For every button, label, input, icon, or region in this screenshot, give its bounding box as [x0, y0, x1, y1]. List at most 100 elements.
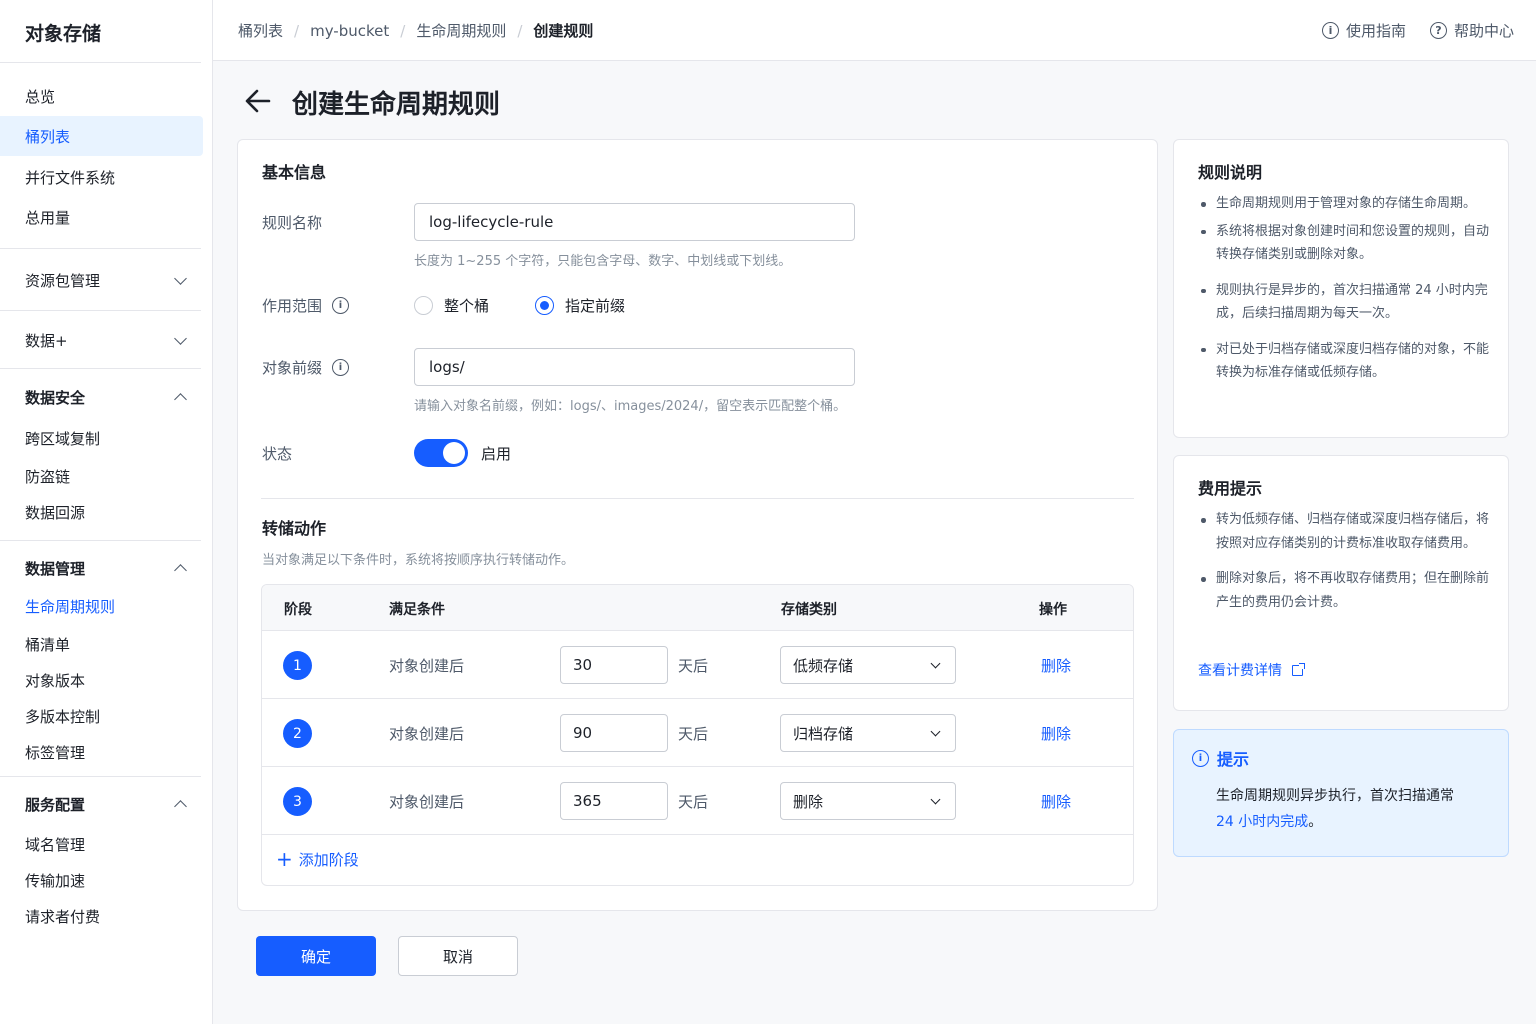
- storage-class-select[interactable]: 归档存储: [780, 714, 956, 752]
- fee-details-link[interactable]: 查看计费详情: [1198, 660, 1305, 680]
- chevron-up-icon: [174, 392, 187, 406]
- storage-class-select[interactable]: 低频存储: [780, 646, 956, 684]
- add-stage-button[interactable]: + 添加阶段: [276, 849, 359, 870]
- sidebar-item-tag-management[interactable]: 标签管理: [0, 732, 203, 772]
- back-arrow-icon[interactable]: [244, 88, 272, 114]
- days-unit: 天后: [678, 657, 709, 675]
- info-icon: i: [1192, 749, 1209, 767]
- divider: [0, 248, 201, 249]
- breadcrumb-current: 创建规则: [533, 22, 594, 40]
- scope-radio-prefix[interactable]: 指定前缀: [535, 295, 625, 316]
- sidebar-group-data-management[interactable]: 数据管理: [0, 548, 203, 588]
- list-item: 对已处于归档存储或深度归档存储的对象，不能转换为标准存储或低频存储。: [1198, 338, 1494, 385]
- days-input[interactable]: 90: [560, 714, 668, 752]
- breadcrumb-lifecycle[interactable]: 生命周期规则: [416, 20, 506, 41]
- tip-card: i 提示 生命周期规则异步执行，首次扫描通常 24 小时内完成。: [1173, 729, 1509, 857]
- rules-list: 生命周期规则用于管理对象的存储生命周期。 系统将根据对象创建时间和您设置的规则，…: [1198, 192, 1494, 385]
- breadcrumb-separator: /: [400, 21, 406, 40]
- divider: [0, 540, 201, 541]
- sidebar: 对象存储 总览 桶列表 并行文件系统 总用量 资源包管理 数据+ 数据安全 跨区…: [0, 0, 213, 1024]
- delete-stage-link[interactable]: 删除: [1041, 791, 1071, 812]
- column-header-condition: 满足条件: [389, 602, 445, 618]
- top-links: i 使用指南 ? 帮助中心: [1321, 20, 1514, 41]
- select-value: 低频存储: [793, 656, 854, 675]
- chevron-down-icon: [174, 331, 187, 345]
- sidebar-item-object-versions[interactable]: 对象版本: [0, 660, 203, 700]
- prefix-hint: 请输入对象名前缀，例如：logs/、images/2024/，留空表示匹配整个桶…: [414, 399, 847, 414]
- sidebar-item-bucket-inventory[interactable]: 桶清单: [0, 624, 203, 664]
- add-stage-label: 添加阶段: [298, 851, 359, 869]
- transition-title: 转储动作: [262, 519, 327, 538]
- sidebar-item-usage[interactable]: 总用量: [0, 197, 203, 237]
- storage-class-select[interactable]: 删除: [780, 782, 956, 820]
- scope-radio-whole-bucket[interactable]: 整个桶: [414, 295, 489, 316]
- rules-card-title: 规则说明: [1198, 163, 1263, 182]
- breadcrumb-separator: /: [517, 21, 523, 40]
- list-item: 规则执行是异步的，首次扫描通常 24 小时内完成，后续扫描周期为每天一次。: [1198, 279, 1494, 326]
- chevron-down-icon: [930, 794, 941, 804]
- condition-text: 对象创建后: [389, 725, 465, 743]
- sidebar-item-cross-region-replication[interactable]: 跨区域复制: [0, 418, 203, 458]
- divider: [0, 62, 201, 63]
- sidebar-title: 对象存储: [25, 23, 102, 45]
- status-label: 状态: [262, 443, 292, 464]
- info-icon[interactable]: i: [332, 359, 350, 376]
- days-unit: 天后: [678, 725, 709, 743]
- info-icon[interactable]: i: [332, 297, 350, 314]
- delete-stage-link[interactable]: 删除: [1041, 723, 1071, 744]
- breadcrumb-bucket[interactable]: my-bucket: [310, 22, 389, 40]
- days-unit: 天后: [678, 793, 709, 811]
- list-item: 系统将根据对象创建时间和您设置的规则，自动转换存储类别或删除对象。: [1198, 220, 1494, 267]
- help-link[interactable]: ? 帮助中心: [1429, 20, 1514, 41]
- sidebar-group-resource-pack[interactable]: 资源包管理: [0, 260, 203, 300]
- column-header-action: 操作: [1039, 602, 1067, 618]
- sidebar-item-versioning[interactable]: 多版本控制: [0, 696, 203, 736]
- chevron-down-icon: [174, 271, 187, 285]
- list-item: 删除对象后，将不再收取存储费用；但在删除前产生的费用仍会计费。: [1198, 567, 1494, 614]
- sidebar-group-label: 数据安全: [25, 388, 86, 407]
- breadcrumb-bucket-list[interactable]: 桶列表: [238, 20, 283, 41]
- days-input[interactable]: 30: [560, 646, 668, 684]
- stage-badge: 3: [283, 787, 312, 816]
- select-value: 归档存储: [793, 724, 854, 743]
- fee-details-label: 查看计费详情: [1198, 663, 1282, 679]
- days-input[interactable]: 365: [560, 782, 668, 820]
- delete-stage-link[interactable]: 删除: [1041, 655, 1071, 676]
- prefix-input[interactable]: logs/: [414, 348, 855, 386]
- column-header-stage: 阶段: [284, 602, 312, 618]
- tip-text: 生命周期规则异步执行，首次扫描通常 24 小时内完成。: [1216, 783, 1496, 835]
- help-label: 帮助中心: [1453, 22, 1514, 40]
- status-toggle[interactable]: [414, 439, 468, 467]
- sidebar-group-label: 数据+: [25, 331, 68, 350]
- radio-label: 整个桶: [444, 297, 490, 315]
- rule-name-input[interactable]: log-lifecycle-rule: [414, 203, 855, 241]
- sidebar-item-domain-management[interactable]: 域名管理: [0, 824, 203, 864]
- tip-text-highlight: 24 小时内完成: [1216, 814, 1309, 830]
- stage-badge: 2: [283, 719, 312, 748]
- sidebar-item-pfs[interactable]: 并行文件系统: [0, 157, 203, 197]
- sidebar-item-hotlink-protection[interactable]: 防盗链: [0, 456, 203, 496]
- sidebar-group-data-security[interactable]: 数据安全: [0, 377, 203, 417]
- transition-desc: 当对象满足以下条件时，系统将按顺序执行转储动作。: [262, 553, 575, 568]
- chevron-down-icon: [930, 658, 941, 668]
- page-title: 创建生命周期规则: [292, 90, 501, 120]
- column-header-storage: 存储类别: [781, 602, 837, 618]
- sidebar-group-data-plus[interactable]: 数据+: [0, 320, 203, 360]
- divider: [261, 498, 1134, 499]
- confirm-button[interactable]: 确定: [256, 936, 376, 976]
- rules-card: 规则说明 生命周期规则用于管理对象的存储生命周期。 系统将根据对象创建时间和您设…: [1173, 139, 1509, 438]
- external-link-icon: [1292, 662, 1305, 676]
- sidebar-item-requester-pays[interactable]: 请求者付费: [0, 896, 203, 936]
- scope-label-text: 作用范围: [262, 297, 323, 315]
- sidebar-item-overview[interactable]: 总览: [0, 76, 203, 116]
- rule-name-label: 规则名称: [262, 212, 322, 233]
- sidebar-item-origin-fetch[interactable]: 数据回源: [0, 492, 203, 532]
- stage-badge: 1: [283, 651, 312, 680]
- guide-link[interactable]: i 使用指南: [1321, 20, 1406, 41]
- sidebar-group-service-config[interactable]: 服务配置: [0, 784, 203, 824]
- sidebar-item-lifecycle-rules[interactable]: 生命周期规则: [0, 586, 203, 626]
- divider: [0, 310, 201, 311]
- sidebar-item-transfer-acceleration[interactable]: 传输加速: [0, 860, 203, 900]
- cancel-button[interactable]: 取消: [398, 936, 518, 976]
- sidebar-item-bucket-list[interactable]: 桶列表: [0, 116, 203, 156]
